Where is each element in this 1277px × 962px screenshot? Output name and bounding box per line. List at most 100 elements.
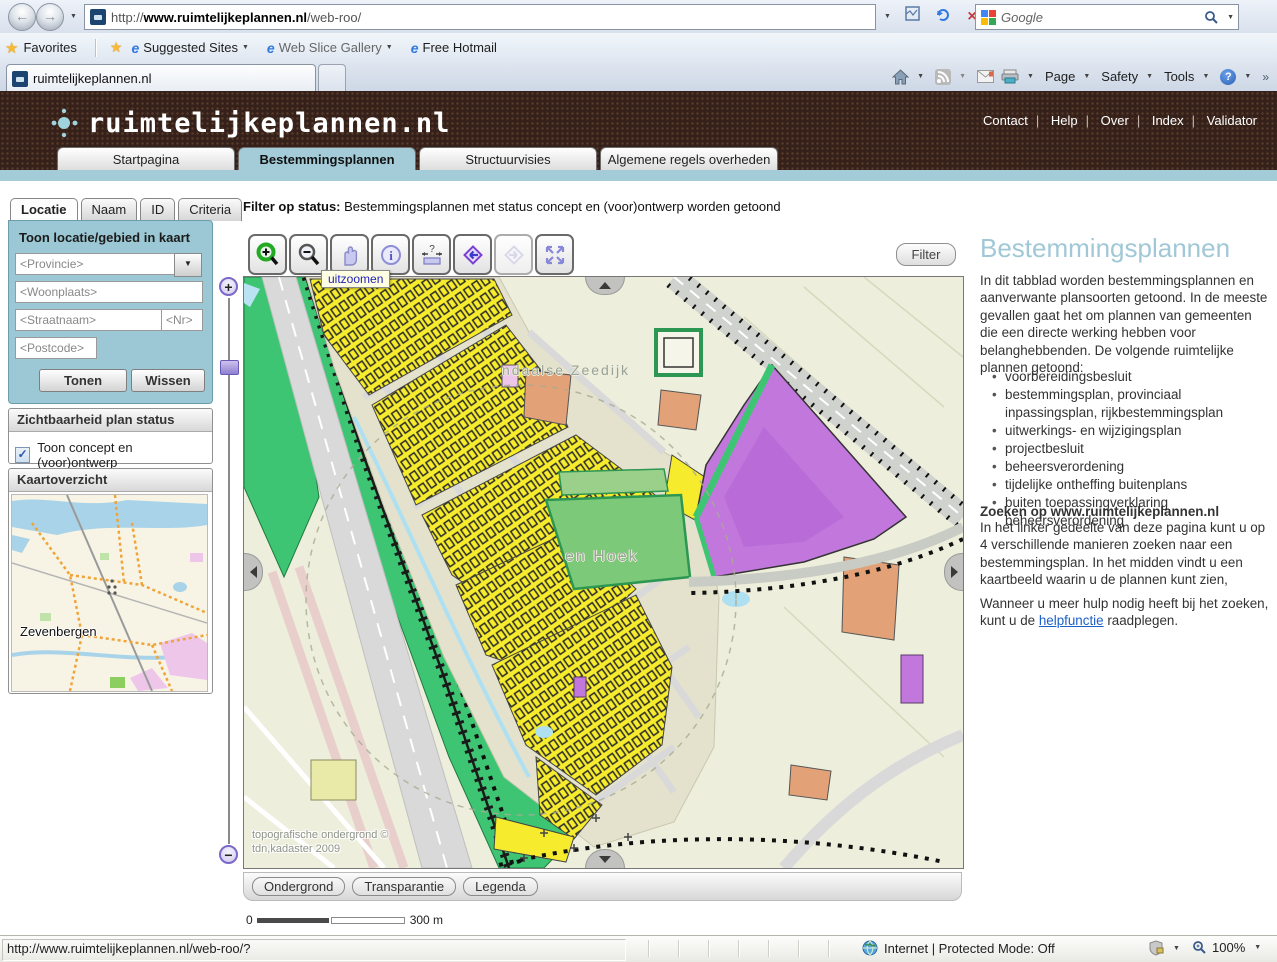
zoom-out-slider-button[interactable]: − [219,845,238,864]
list-item: bestemmingsplan, provinciaal inpassingsp… [992,386,1272,422]
scale-start-label: 0 [246,913,253,927]
overview-minimap[interactable]: Zevenbergen [11,494,208,692]
province-dropdown-button[interactable]: ▼ [174,253,202,277]
pan-tool[interactable] [330,234,369,275]
favorites-star-icon[interactable]: ★ [5,39,18,57]
tab-structuurvisies[interactable]: Structuurvisies [419,147,597,171]
sidebar-tab-locatie[interactable]: Locatie [10,198,78,221]
helpfunctie-link[interactable]: helpfunctie [1039,613,1104,628]
smartscreen-button[interactable]: ▼ [1148,940,1184,956]
refresh-icon [934,5,952,23]
browser-toolbar: ← → ▼ http://www.ruimtelijkeplannen.nl/w… [0,0,1277,34]
info-panel-intro: In dit tabblad worden bestemmingsplannen… [980,272,1272,377]
history-dropdown-icon[interactable]: ▼ [70,13,77,20]
help-menu[interactable]: ? ▼ [1220,69,1255,85]
sidebar-tab-criteria[interactable]: Criteria [178,198,242,221]
zoom-in-icon [256,242,280,268]
next-extent-tool[interactable] [494,234,533,275]
search-box[interactable]: Google ▼ [975,4,1239,30]
site-header: ruimtelijkeplannen.nl Contact| Help| Ove… [0,91,1277,170]
rss-icon [935,69,951,85]
minimap-graphic [12,495,207,691]
zoom-out-icon [297,242,321,268]
sidebar-tab-id[interactable]: ID [140,198,175,221]
address-dropdown-icon[interactable]: ▼ [884,13,891,20]
print-button[interactable]: ▼ [1001,69,1038,84]
list-item: tijdelijke ontheffing buitenplans [992,476,1272,494]
tab-title: ruimtelijkeplannen.nl [33,71,152,86]
zoom-in-slider-button[interactable]: + [219,277,238,296]
info-panel-title: Bestemmingsplannen [980,233,1230,264]
home-button[interactable]: ▼ [892,69,928,85]
web-slice-gallery-link[interactable]: eWeb Slice Gallery▼ [263,40,397,56]
browser-window: ← → ▼ http://www.ruimtelijkeplannen.nl/w… [0,0,1277,961]
new-tab-button[interactable] [318,64,346,92]
postcode-input[interactable] [15,337,97,359]
woonplaats-input[interactable] [15,281,203,303]
straatnaam-input[interactable] [15,309,165,331]
forward-button[interactable]: → [36,3,64,31]
plan-status-title: Zichtbaarheid plan status [9,409,212,432]
site-logo[interactable]: ruimtelijkeplannen.nl [50,103,450,143]
zoom-slider-handle[interactable] [220,360,239,375]
tab-bestemmingsplannen[interactable]: Bestemmingsplannen [238,147,416,171]
divider [95,39,97,57]
read-mail-button[interactable] [977,70,994,83]
sidebar-tab-naam[interactable]: Naam [81,198,138,221]
previous-extent-tool[interactable] [453,234,492,275]
map-road-label: ndaalse Zeedijk [502,362,630,378]
zoom-in-tool[interactable] [248,234,287,275]
header-link-over[interactable]: Over [1101,113,1129,128]
header-link-index[interactable]: Index [1152,113,1184,128]
zoom-slider-track[interactable] [228,298,230,844]
legenda-button[interactable]: Legenda [463,877,538,896]
back-button[interactable]: ← [8,3,36,31]
tonen-button[interactable]: Tonen [39,369,127,392]
suggested-sites-link[interactable]: eSuggested Sites▼ [127,40,252,56]
zoom-dropdown-icon[interactable]: ▼ [1254,944,1261,951]
nr-input[interactable] [161,309,203,331]
compatibility-view-button[interactable] [898,4,926,30]
compatibility-icon [904,5,921,22]
list-item: beheersverordening [992,458,1272,476]
header-link-help[interactable]: Help [1051,113,1078,128]
shield-dropdown-icon[interactable]: ▼ [1173,945,1180,952]
address-url[interactable]: http://www.ruimtelijkeplannen.nl/web-roo… [111,10,361,25]
search-icon[interactable] [1204,10,1219,25]
tools-menu[interactable]: Tools▼ [1164,69,1213,84]
security-zone-indicator[interactable]: Internet | Protected Mode: Off [862,940,1055,956]
zoom-out-tool[interactable] [289,234,328,275]
refresh-button[interactable] [928,4,958,30]
scale-bar-light [331,917,405,924]
favorites-button[interactable]: Favorites [23,40,76,55]
search-section-text: In het linker gedeelte van deze pagina k… [980,519,1272,589]
wissen-button[interactable]: Wissen [131,369,205,392]
free-hotmail-link[interactable]: eFree Hotmail [407,40,497,56]
filter-button[interactable]: Filter [896,243,956,266]
header-link-validator[interactable]: Validator [1207,113,1257,128]
province-select[interactable] [15,253,175,275]
address-bar[interactable]: http://www.ruimtelijkeplannen.nl/web-roo… [84,4,876,30]
add-favorite-icon[interactable]: ★ [110,39,123,56]
measure-icon: ? [420,243,444,267]
feeds-button[interactable]: ▼ [935,69,970,85]
tab-algemene-regels[interactable]: Algemene regels overheden [600,147,778,171]
concept-checkbox[interactable] [15,447,30,463]
transparantie-button[interactable]: Transparantie [352,877,456,896]
back-extent-icon [460,242,486,268]
info-tool[interactable]: i [371,234,410,275]
page-menu[interactable]: Page▼ [1045,69,1094,84]
map-overview-panel: Kaartoverzicht [8,468,213,694]
search-dropdown-icon[interactable]: ▼ [1227,14,1234,21]
full-extent-tool[interactable] [535,234,574,275]
toolbar-overflow-chevron[interactable]: » [1262,70,1269,84]
map-attribution: topografische ondergrond ©tdn,kadaster 2… [252,828,389,856]
tab-startpagina[interactable]: Startpagina [57,147,235,171]
location-panel: Toon locatie/gebied in kaart ▼ Tonen Wis… [8,220,213,404]
ondergrond-button[interactable]: Ondergrond [252,877,345,896]
zoom-control[interactable]: 100% ▼ [1192,940,1265,955]
browser-tab[interactable]: ruimtelijkeplannen.nl [6,64,316,92]
header-link-contact[interactable]: Contact [983,113,1028,128]
measure-tool[interactable]: ? [412,234,451,275]
safety-menu[interactable]: Safety▼ [1101,69,1157,84]
